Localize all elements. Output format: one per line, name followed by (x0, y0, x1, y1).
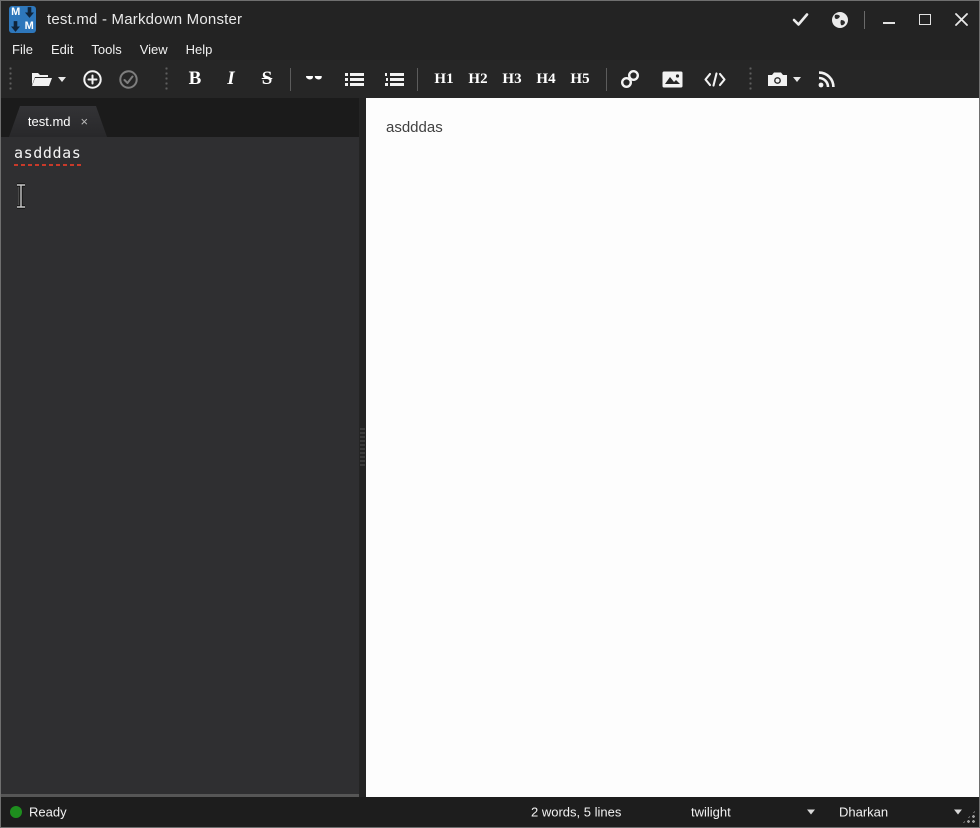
heading1-button[interactable]: H1 (430, 64, 458, 94)
heading4-button[interactable]: H4 (532, 64, 560, 94)
preview-theme-caret-icon[interactable] (807, 809, 815, 815)
window-title: test.md - Markdown Monster (47, 11, 243, 28)
logo-down-arrow-icon (24, 7, 34, 19)
capture-dropdown-caret (793, 76, 801, 82)
minimize-icon (883, 21, 895, 24)
heading3-button[interactable]: H3 (498, 64, 526, 94)
menu-edit[interactable]: Edit (42, 40, 82, 59)
spellcheck-underline (14, 164, 82, 166)
splitter-grip-icon (360, 428, 365, 466)
editor-theme-select[interactable]: Dharkan (839, 805, 888, 820)
publish-feed-button[interactable] (813, 64, 841, 94)
menubar: File Edit Tools View Help (1, 38, 979, 60)
toolbar: B I S “ H1 H2 H3 H4 H5 (1, 60, 979, 98)
logo-letter: M (11, 6, 21, 19)
markdown-editor[interactable]: asdddas (1, 137, 366, 797)
save-button[interactable] (114, 64, 142, 94)
plus-circle-icon (82, 69, 102, 89)
toolbar-separator (290, 67, 291, 91)
word-count: 2 words, 5 lines (531, 804, 622, 820)
italic-button[interactable]: I (217, 64, 245, 94)
minimize-button[interactable] (879, 10, 899, 30)
insert-code-button[interactable] (700, 64, 730, 94)
pane-splitter[interactable] (359, 98, 366, 797)
titlebar: M M test.md - Markdown Monster (1, 1, 979, 38)
globe-icon[interactable] (830, 10, 850, 30)
status-indicator-icon (10, 806, 22, 818)
tab-label: test.md (27, 114, 71, 129)
new-document-button[interactable] (78, 64, 106, 94)
app-window: M M test.md - Markdown Monster File Edit… (0, 0, 980, 828)
rss-icon (818, 70, 835, 87)
app-logo-icon: M M (9, 6, 36, 33)
bold-button[interactable]: B (181, 64, 209, 94)
statusbar: Ready 2 words, 5 lines twilight Dharkan (1, 797, 979, 827)
tab-close-icon[interactable]: × (81, 115, 89, 128)
preview-theme-select[interactable]: twilight (691, 805, 731, 820)
tab-testmd[interactable]: test.md × (9, 106, 107, 137)
unordered-list-button[interactable] (340, 64, 368, 94)
editor-text: asdddas (14, 144, 82, 162)
check-circle-icon (118, 69, 138, 89)
menu-help[interactable]: Help (177, 40, 222, 59)
titlebar-separator (864, 10, 865, 29)
bullet-list-icon (344, 72, 364, 86)
toolbar-grip[interactable] (8, 66, 14, 92)
link-icon (620, 69, 640, 89)
preview-text: asdddas (386, 119, 443, 136)
maximize-button[interactable] (915, 10, 935, 30)
menu-file[interactable]: File (3, 40, 42, 59)
ibeam-cursor-icon (17, 183, 25, 209)
toolbar-grip[interactable] (748, 66, 754, 92)
window-resize-grip[interactable] (962, 810, 976, 824)
insert-link-button[interactable] (616, 64, 644, 94)
strikethrough-button[interactable]: S (253, 64, 281, 94)
image-icon (662, 71, 683, 87)
editor-line: asdddas (14, 144, 82, 166)
menu-view[interactable]: View (131, 40, 177, 59)
logo-letter: M (24, 19, 34, 32)
logo-down-arrow-icon (11, 20, 21, 32)
screen-capture-button[interactable] (763, 64, 805, 94)
toolbar-grip[interactable] (164, 66, 170, 92)
editor-pane: test.md × asdddas (1, 98, 366, 797)
preview-pane[interactable]: asdddas (366, 98, 979, 797)
folder-open-icon (32, 72, 52, 86)
camera-icon (768, 72, 787, 86)
toolbar-separator (606, 67, 607, 91)
tab-bar: test.md × (1, 98, 366, 137)
heading2-button[interactable]: H2 (464, 64, 492, 94)
toolbar-separator (417, 67, 418, 91)
spellcheck-ok-icon[interactable] (790, 10, 810, 30)
insert-image-button[interactable] (658, 64, 687, 94)
blockquote-button[interactable]: “ (300, 64, 328, 94)
open-file-button[interactable] (27, 64, 70, 94)
heading5-button[interactable]: H5 (566, 64, 594, 94)
close-button[interactable] (951, 10, 971, 30)
editor-theme-caret-icon[interactable] (954, 809, 962, 815)
status-text: Ready (29, 804, 67, 820)
titlebar-controls (790, 10, 971, 30)
code-icon (704, 71, 726, 87)
close-icon (954, 13, 968, 26)
numbered-list-icon (384, 72, 404, 86)
main-content: test.md × asdddas asdddas (1, 98, 979, 797)
maximize-icon (919, 14, 931, 25)
quote-icon: “ (304, 76, 324, 92)
ordered-list-button[interactable] (380, 64, 408, 94)
open-file-dropdown-caret (58, 76, 66, 82)
menu-tools[interactable]: Tools (82, 40, 130, 59)
